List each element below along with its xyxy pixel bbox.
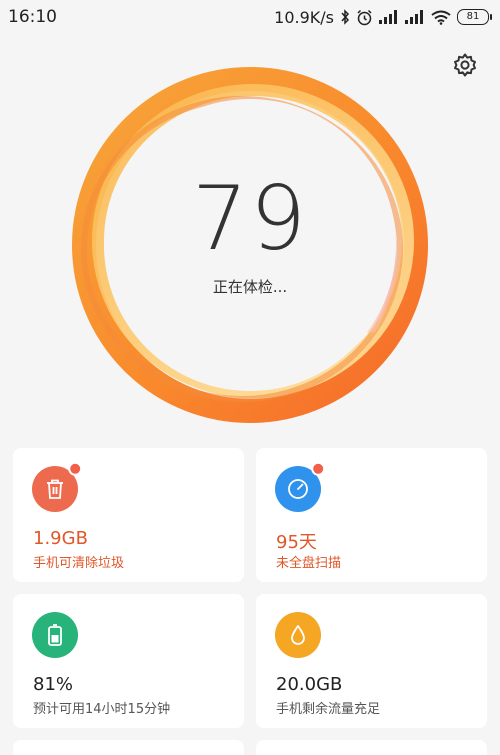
battery-estimate-label: 预计可用14小时15分钟	[33, 702, 171, 717]
battery-level: 81	[457, 9, 489, 25]
junk-size-value: 1.9GB	[33, 528, 88, 549]
status-time: 16:10	[8, 7, 57, 27]
battery-icon: 81	[457, 9, 492, 25]
water-drop-icon	[275, 612, 321, 658]
alarm-icon	[356, 9, 373, 26]
notification-dot	[68, 461, 83, 476]
bluetooth-icon	[340, 9, 350, 25]
trash-icon	[32, 461, 83, 512]
battery-icon	[32, 612, 78, 658]
battery-card[interactable]: 81% 预计可用14小时15分钟	[13, 594, 244, 728]
scan-days-value: 95天	[276, 532, 317, 553]
gear-icon	[452, 52, 478, 82]
settings-button[interactable]	[449, 51, 481, 83]
next-card-right[interactable]	[256, 740, 487, 755]
junk-cleaner-card[interactable]: 1.9GB 手机可清除垃圾	[13, 448, 244, 582]
security-center-screen: 16:10 10.9K/s 81 79 正在体检... 1.9GB 手机可清除垃…	[0, 0, 500, 755]
signal-icon	[379, 10, 399, 24]
scan-status-text: 正在体检...	[212, 278, 288, 296]
junk-size-label: 手机可清除垃圾	[33, 556, 125, 571]
health-score-dial[interactable]: 79 正在体检...	[70, 65, 430, 425]
notification-dot	[311, 461, 326, 476]
wifi-icon	[431, 10, 451, 25]
scan-days-label: 未全盘扫描	[276, 556, 342, 571]
data-usage-card[interactable]: 20.0GB 手机剩余流量充足	[256, 594, 487, 728]
status-bar: 16:10 10.9K/s 81	[0, 0, 500, 34]
signal-icon	[405, 10, 425, 24]
scan-gauge-icon	[275, 461, 326, 512]
network-speed: 10.9K/s	[274, 7, 334, 27]
data-remaining-label: 手机剩余流量充足	[276, 702, 381, 717]
status-indicators: 10.9K/s 81	[274, 8, 492, 27]
data-remaining-value: 20.0GB	[276, 674, 343, 695]
battery-percent-value: 81%	[33, 674, 74, 695]
virus-scan-card[interactable]: 95天 未全盘扫描	[256, 448, 487, 582]
health-score-value: 79	[192, 167, 308, 270]
next-card-left[interactable]	[13, 740, 244, 755]
